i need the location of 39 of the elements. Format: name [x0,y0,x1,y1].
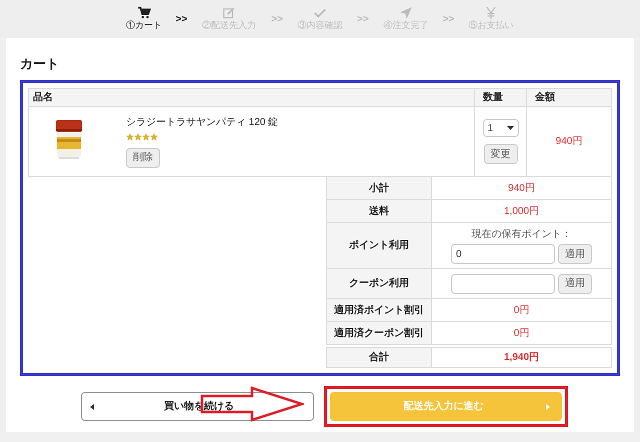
step-separator: >> [271,12,283,26]
page-title: カート [20,55,60,74]
input-field[interactable] [451,274,555,294]
summary-label-cell: 適用済ポイント割引 [327,299,432,321]
step-separator: >> [442,12,454,26]
step-label: ①カート [126,20,162,32]
summary-value: 0円 [514,326,530,340]
cart-icon [136,6,151,20]
points-note: 現在の保有ポイント： [472,228,572,242]
column-header: 金額 [526,89,611,106]
update-button[interactable]: 変更 [484,144,518,164]
apply-button[interactable]: 適用 [558,274,592,294]
step-separator: >> [357,12,369,26]
summary-label-cell: ポイント利用 [327,223,432,268]
summary-value: 1,940円 [504,351,540,365]
quantity-select[interactable]: 1 [482,119,518,137]
product-name[interactable]: シラジートラサヤンパティ 120 錠 [126,115,278,130]
edit-icon [222,6,236,20]
caret-right-icon [546,404,550,410]
summary-value: 0円 [514,304,530,318]
send-icon [398,6,413,20]
summary-label-cell: 送料 [327,200,432,222]
yen-icon [484,6,498,20]
summary-label-cell: 小計 [327,177,432,199]
input-field[interactable]: 0 [451,244,555,264]
caret-left-icon [90,404,94,410]
check-icon [313,6,327,20]
summary-label-cell: 適用済クーポン割引 [327,322,432,344]
summary-value: 1,000円 [504,204,540,218]
column-header: 数量 [474,89,526,106]
delete-button[interactable]: 削除 [126,148,160,168]
apply-button[interactable]: 適用 [558,244,592,264]
caret-icon [506,126,514,130]
summary-label-cell: 合計 [327,348,432,367]
column-header: 品名 [32,90,54,105]
step-separator: >> [176,12,188,26]
summary-value: 940円 [508,182,535,196]
summary-label-cell: クーポン利用 [327,269,432,298]
price: 940円 [556,135,582,149]
